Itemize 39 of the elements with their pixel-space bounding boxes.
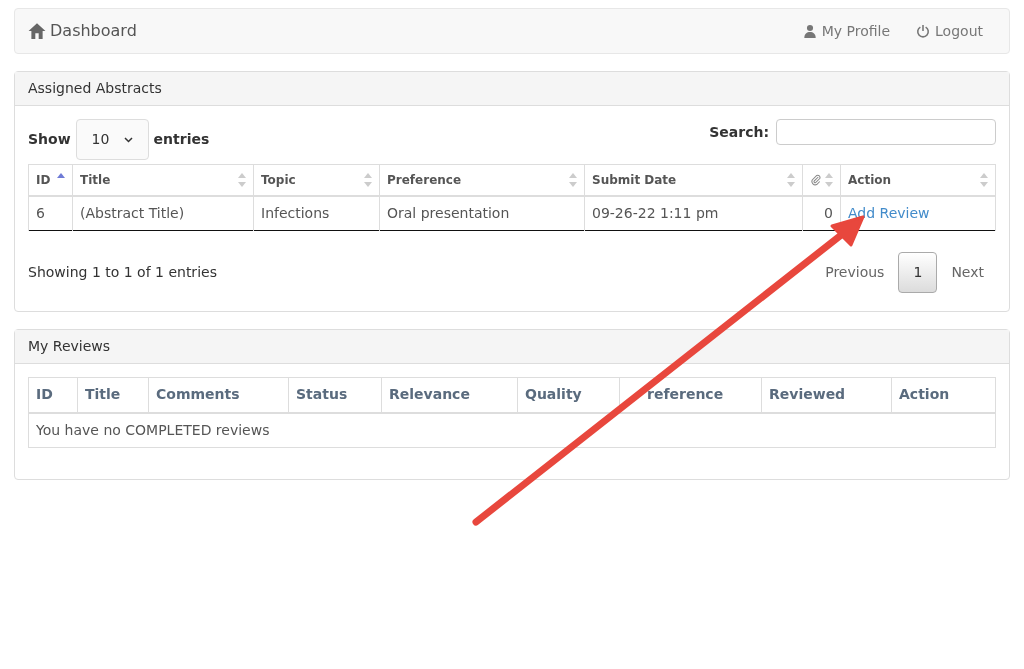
table-cell: (Abstract Title) xyxy=(72,195,254,231)
empty-message: You have no COMPLETED reviews xyxy=(28,412,996,448)
table-cell: Infections xyxy=(253,195,380,231)
table-cell: 6 xyxy=(28,195,73,231)
entries-select[interactable]: 10 xyxy=(75,119,149,160)
column-header[interactable]: Title xyxy=(77,377,149,413)
column-header[interactable]: Submit Date xyxy=(584,164,803,196)
search-field[interactable] xyxy=(776,119,996,145)
column-header[interactable]: Reviewed xyxy=(761,377,892,413)
dashboard-link[interactable]: Dashboard xyxy=(28,19,137,43)
search-label: Search: xyxy=(709,122,769,142)
column-header[interactable]: Topic xyxy=(253,164,380,196)
column-header[interactable]: ID xyxy=(28,377,78,413)
column-header[interactable]: Title xyxy=(72,164,254,196)
entries-label: entries xyxy=(153,130,210,149)
panel-heading: Assigned Abstracts xyxy=(15,72,1009,106)
table-info: Showing 1 to 1 of 1 entries xyxy=(28,263,217,282)
column-header[interactable]: Action xyxy=(840,164,996,196)
column-header[interactable]: Action xyxy=(891,377,996,413)
column-header[interactable]: Status xyxy=(288,377,382,413)
home-icon xyxy=(28,22,46,40)
table-cell: Oral presentation xyxy=(379,195,585,231)
user-icon xyxy=(802,24,817,38)
column-header[interactable]: Relevance xyxy=(381,377,518,413)
table-header[interactable] xyxy=(802,164,841,196)
show-label: Show xyxy=(28,130,71,149)
panel-heading: My Reviews xyxy=(15,330,1009,364)
add-review-link[interactable]: Add Review xyxy=(848,204,930,221)
nav-link[interactable]: My Profile xyxy=(802,20,891,42)
power-icon xyxy=(916,24,931,38)
column-header[interactable]: Preference xyxy=(379,164,585,196)
column-header[interactable]: Comments xyxy=(148,377,289,413)
pagination-button[interactable]: 1 xyxy=(898,252,938,293)
table-cell: 09-26-22 1:11 pm xyxy=(584,195,803,231)
column-header[interactable]: ID xyxy=(28,164,73,196)
paperclip-icon xyxy=(810,173,822,186)
nav-link[interactable]: Logout xyxy=(916,20,983,42)
chevron-icon xyxy=(123,136,133,143)
column-header[interactable]: reference xyxy=(619,377,762,413)
